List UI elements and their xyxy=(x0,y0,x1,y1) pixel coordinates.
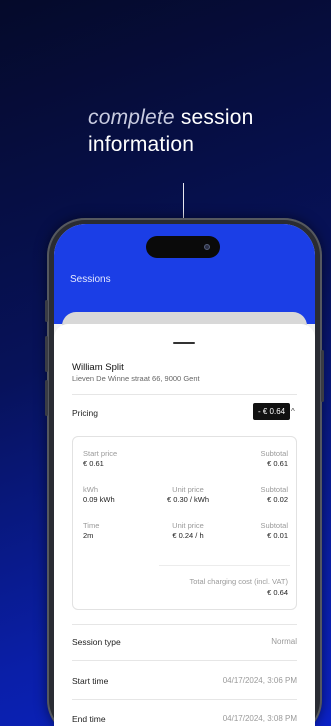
kwh-subtotal-cell: Subtotal € 0.02 xyxy=(260,485,288,505)
kwh-label: kWh xyxy=(83,485,98,494)
sheet-drag-handle[interactable] xyxy=(173,342,195,344)
time-subtotal: € 0.01 xyxy=(267,531,288,540)
start-price-label: Start price xyxy=(83,449,118,458)
subtotal-label: Subtotal xyxy=(260,449,288,458)
subtotal-label: Subtotal xyxy=(260,521,288,530)
start-time-label: Start time xyxy=(72,676,109,686)
kwh-value: 0.09 kWh xyxy=(83,495,115,504)
phone-volume-up-button xyxy=(45,336,48,372)
phone-power-button xyxy=(321,350,324,402)
phone-side-button xyxy=(45,300,48,322)
headline-accent: complete xyxy=(88,106,175,129)
divider xyxy=(72,624,297,625)
total-cost-label: Total charging cost (incl. VAT) xyxy=(189,577,288,586)
session-type-label: Session type xyxy=(72,637,121,647)
unit-price-label: Unit price xyxy=(172,485,204,494)
chevron-up-icon[interactable]: ^ xyxy=(291,407,295,416)
pricing-breakdown-card: Start price € 0.61 Subtotal € 0.61 kWh 0… xyxy=(72,436,297,610)
unit-price-label: Unit price xyxy=(172,521,204,530)
phone-volume-down-button xyxy=(45,380,48,416)
subtotal-label: Subtotal xyxy=(260,485,288,494)
session-address: Lieven De Winne straat 66, 9000 Gent xyxy=(72,374,200,383)
headline: complete session information xyxy=(88,104,253,158)
divider xyxy=(72,660,297,661)
time-value: 2m xyxy=(83,531,94,540)
kwh-cell: kWh 0.09 kWh xyxy=(83,485,115,505)
total-cost-cell: Total charging cost (incl. VAT) € 0.64 xyxy=(189,576,288,598)
pricing-label[interactable]: Pricing xyxy=(72,408,98,418)
end-time-value: 04/17/2024, 3:08 PM xyxy=(222,714,297,723)
kwh-subtotal: € 0.02 xyxy=(267,495,288,504)
session-type-value: Normal xyxy=(271,637,297,646)
app-bar-title: Sessions xyxy=(70,274,111,285)
price-badge: - € 0.64 xyxy=(253,403,291,420)
headline-line-1: complete session xyxy=(88,104,253,131)
start-price-value: € 0.61 xyxy=(83,459,104,468)
headline-rest: session xyxy=(174,106,254,129)
time-cell: Time 2m xyxy=(83,521,99,541)
camera-icon xyxy=(204,244,210,250)
start-price-cell: Start price € 0.61 xyxy=(83,449,117,469)
end-time-label: End time xyxy=(72,714,106,724)
headline-line-2: information xyxy=(88,133,195,156)
time-subtotal-cell: Subtotal € 0.01 xyxy=(260,521,288,541)
divider xyxy=(72,394,297,395)
start-price-subtotal: € 0.61 xyxy=(267,459,288,468)
card-divider xyxy=(159,565,290,566)
time-unit-price-cell: Unit price € 0.24 / h xyxy=(153,521,223,541)
start-price-subtotal-cell: Subtotal € 0.61 xyxy=(260,449,288,469)
session-detail-sheet: William Split Lieven De Winne straat 66,… xyxy=(54,324,315,726)
dynamic-island xyxy=(146,236,220,258)
time-unit-price: € 0.24 / h xyxy=(172,531,204,540)
session-user-name: William Split xyxy=(72,362,124,373)
time-label: Time xyxy=(83,521,100,530)
kwh-unit-price-cell: Unit price € 0.30 / kWh xyxy=(153,485,223,505)
kwh-unit-price: € 0.30 / kWh xyxy=(166,495,210,504)
phone-screen: Sessions William Split Lieven De Winne s… xyxy=(54,224,315,726)
divider xyxy=(72,699,297,700)
total-cost-value: € 0.64 xyxy=(267,588,288,597)
start-time-value: 04/17/2024, 3:06 PM xyxy=(222,676,297,685)
app-bar: Sessions xyxy=(54,224,315,324)
